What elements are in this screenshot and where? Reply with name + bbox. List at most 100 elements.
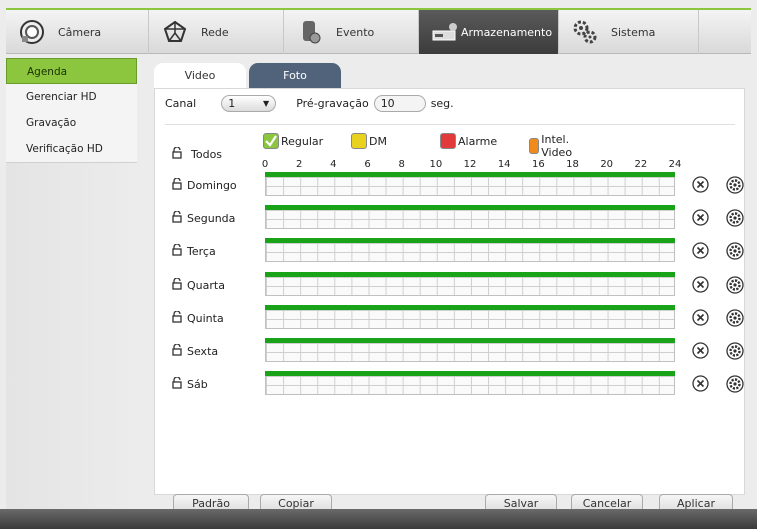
checkbox-checked-icon[interactable] [263,133,279,149]
legend-alarme[interactable]: Alarme [440,133,497,149]
tab-event[interactable]: Evento [284,10,419,54]
clear-icon[interactable] [692,275,709,293]
hour-label: 16 [531,159,545,170]
lock-icon[interactable] [172,243,182,259]
sidebar-item-verificacao-hd[interactable]: Verificação HD [6,136,137,162]
checkbox-icon[interactable] [440,133,456,149]
lock-icon[interactable] [172,277,182,293]
day-label[interactable]: Sáb [172,376,208,392]
pre-gravacao-unit: seg. [430,96,454,110]
settings-gear-icon[interactable] [726,242,744,261]
hour-label: 10 [429,159,443,170]
canal-label: Canal [165,96,197,110]
schedule-bar[interactable] [265,238,675,244]
content-tabs: Video Foto [154,63,745,88]
clear-icon[interactable] [692,309,709,326]
day-name: Terça [187,245,216,259]
schedule-bar[interactable] [265,271,675,277]
schedule-bar[interactable] [265,304,675,310]
day-row: Sáb [155,371,746,404]
tab-foto[interactable]: Foto [249,63,341,88]
camera-icon [18,18,46,46]
day-row: Quarta [155,271,746,305]
schedule-bar[interactable] [265,205,675,211]
schedule-bar[interactable] [265,338,675,343]
tab-network[interactable]: Rede [149,10,284,54]
network-icon [161,18,189,46]
day-row: Domingo [155,172,746,205]
settings-gear-icon[interactable] [726,176,744,194]
chevron-down-icon: ▼ [263,98,270,108]
bottom-bar [0,509,757,529]
tab-storage[interactable]: Armazenamento [419,10,559,54]
divider [165,124,735,125]
hour-label: 20 [600,159,614,170]
main-content: Video Foto Canal 1 ▼ Pré-gravação 10 seg… [154,63,746,514]
day-row: Quinta [155,304,746,338]
settings-gear-icon[interactable] [726,342,744,360]
hour-label: 6 [364,159,371,170]
canal-value: 1 [228,96,236,110]
tab-storage-label: Armazenamento [461,25,553,39]
tab-video[interactable]: Video [154,63,246,88]
hour-label: 18 [566,159,579,170]
sidebar: Agenda Gerenciar HD Gravação Verificação… [6,58,137,510]
day-label[interactable]: Terça [172,243,216,259]
lock-icon[interactable] [172,310,182,326]
day-label[interactable]: Sexta [172,343,218,359]
tab-system[interactable]: Sistema [559,10,699,54]
legend-intel-video-label: Intel. Video [541,133,573,159]
hour-label: 4 [330,159,337,170]
day-label[interactable]: Segunda [172,210,236,226]
tab-camera[interactable]: Câmera [6,10,149,54]
day-name: Quinta [187,311,224,325]
canal-select[interactable]: 1 ▼ [221,94,277,112]
checkbox-icon[interactable] [351,133,367,149]
tab-camera-label: Câmera [58,25,102,39]
clear-icon[interactable] [692,375,709,392]
hour-label: 8 [398,159,405,170]
gears-icon [571,18,599,46]
legend-dm-label: DM [369,134,387,148]
lock-icon[interactable] [172,210,182,226]
hour-label: 24 [668,159,682,170]
sidebar-menu: Agenda Gerenciar HD Gravação Verificação… [6,58,137,163]
settings-gear-icon[interactable] [726,275,744,294]
day-name: Sáb [187,378,208,392]
tab-event-label: Evento [336,25,375,39]
day-name: Segunda [187,212,236,226]
day-label[interactable]: Quarta [172,277,225,293]
clear-icon[interactable] [692,176,709,193]
sidebar-item-agenda[interactable]: Agenda [6,58,137,84]
tab-network-label: Rede [201,25,229,39]
legend-dm[interactable]: DM [351,133,387,149]
hour-axis: 0 2 4 6 8 10 12 14 16 18 20 22 24 [155,159,746,171]
day-name: Quarta [187,278,225,292]
pre-gravacao-input[interactable]: 10 [373,94,426,112]
hour-label: 22 [634,159,648,170]
settings-gear-icon[interactable] [726,375,744,393]
sidebar-item-gerenciar-hd[interactable]: Gerenciar HD [6,84,137,110]
lock-icon[interactable] [172,376,182,392]
settings-gear-icon[interactable] [726,209,744,227]
legend-regular[interactable]: Regular [263,133,323,149]
pre-gravacao-label: Pré-gravação [296,96,369,110]
event-icon [296,18,324,46]
legend-regular-label: Regular [281,134,324,148]
schedule-bar[interactable] [265,172,675,177]
lock-icon[interactable] [172,177,182,193]
day-label[interactable]: Domingo [172,177,237,193]
settings-gear-icon[interactable] [726,309,744,327]
hour-label: 12 [463,159,477,170]
clear-icon[interactable] [692,342,709,359]
day-label[interactable]: Quinta [172,310,224,326]
schedule-bar[interactable] [265,371,675,377]
legend-intel-video[interactable]: Intel. Video [529,133,578,159]
lock-icon[interactable] [172,343,182,359]
top-navigation: Câmera Rede Evento Armazenamento Sistema [6,8,751,54]
hour-label: 0 [261,159,269,170]
checkbox-icon[interactable] [529,138,540,154]
sidebar-item-gravacao[interactable]: Gravação [6,110,137,136]
clear-icon[interactable] [692,209,709,226]
clear-icon[interactable] [692,242,709,260]
